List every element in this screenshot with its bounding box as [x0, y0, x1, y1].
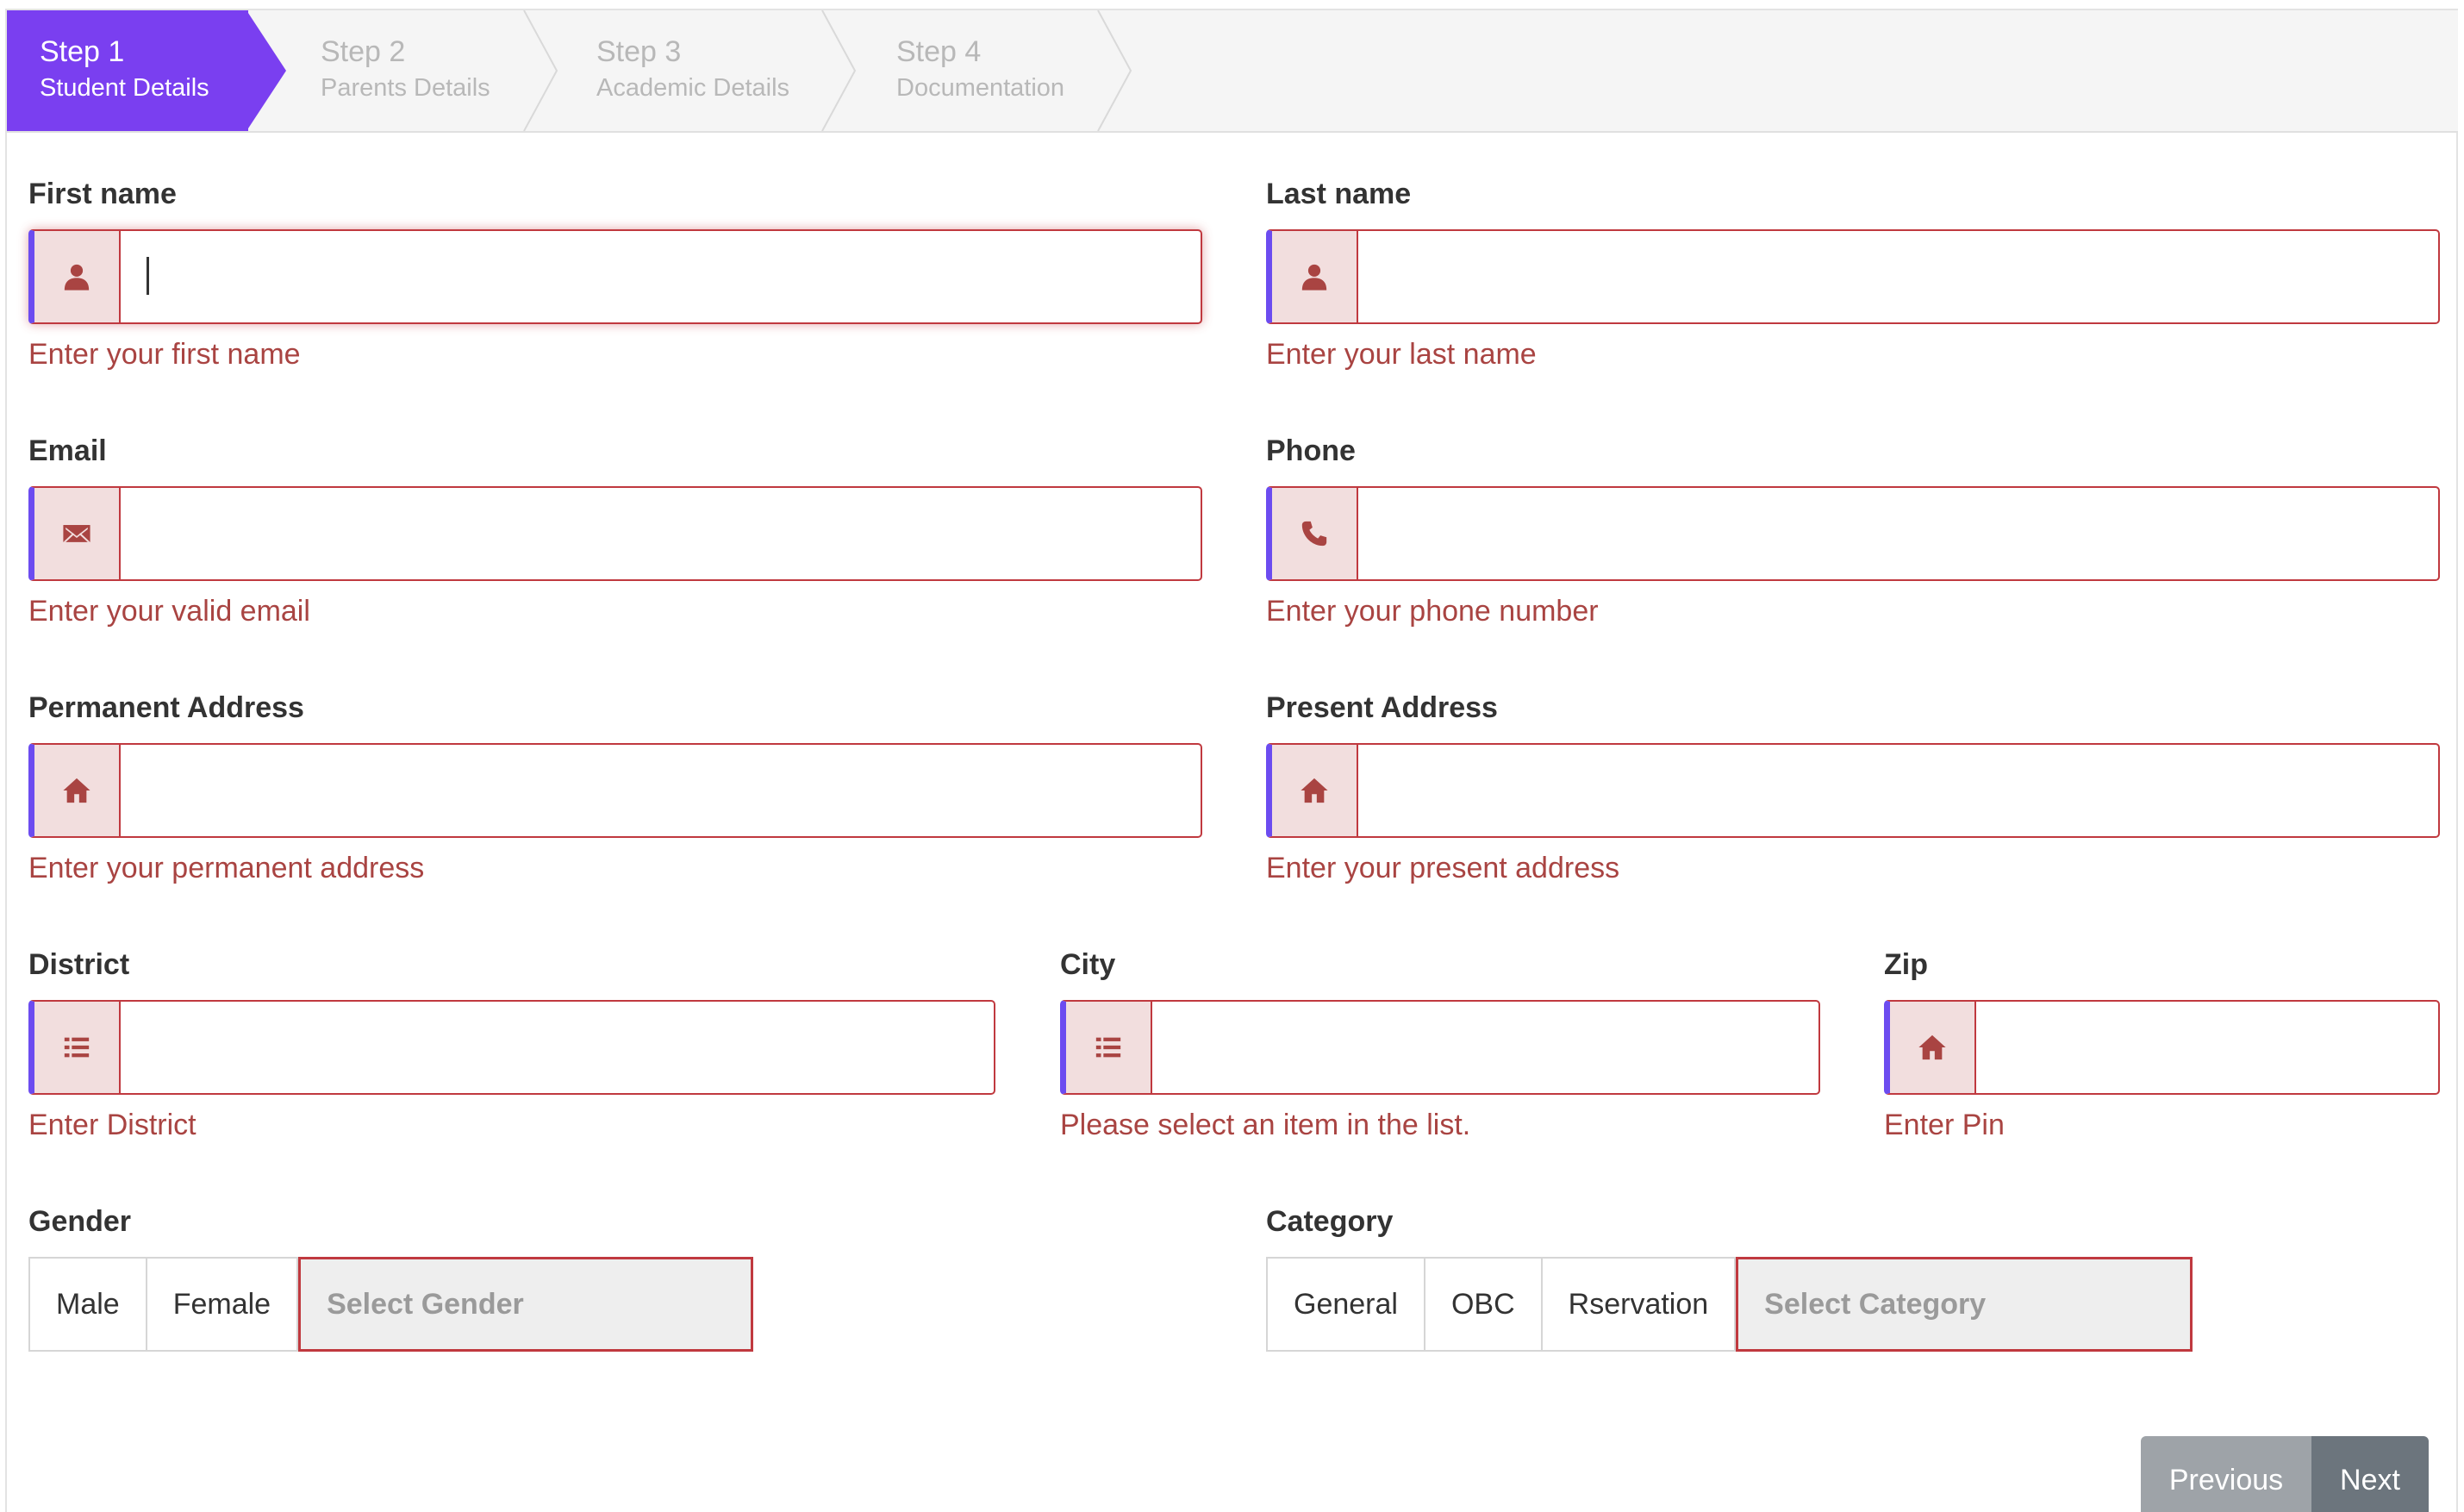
zip-group — [1884, 1000, 2440, 1095]
email-help: Enter your valid email — [28, 595, 310, 628]
category-obc-option[interactable]: OBC — [1423, 1257, 1543, 1352]
city-help: Please select an item in the list. — [1060, 1109, 1471, 1141]
step-1-tab[interactable]: Step 1 Student Details — [7, 10, 248, 131]
present-address-help: Enter your present address — [1266, 852, 1620, 884]
city-input[interactable] — [1152, 1002, 1818, 1093]
step-2-number: Step 2 — [321, 35, 406, 68]
gender-female-option[interactable]: Female — [145, 1257, 299, 1352]
step-4-number: Step 4 — [896, 35, 982, 68]
step-3-separator — [821, 10, 857, 131]
district-group — [28, 1000, 995, 1095]
first-name-label: First name — [28, 178, 177, 210]
category-select[interactable]: Select Category — [1736, 1257, 2193, 1352]
last-name-label: Last name — [1266, 178, 1412, 210]
step-1-title: Student Details — [40, 74, 209, 102]
city-label: City — [1060, 948, 1116, 981]
phone-label: Phone — [1266, 434, 1356, 467]
home-icon — [34, 745, 121, 836]
home-icon — [1272, 745, 1358, 836]
gender-select[interactable]: Select Gender — [298, 1257, 754, 1352]
step-4-separator — [1097, 10, 1132, 131]
step-2-separator — [523, 10, 558, 131]
step-2-tab[interactable]: Step 2 Parents Details — [283, 10, 524, 131]
last-name-input[interactable] — [1358, 231, 2438, 322]
wizard-stepbar: Step 1 Student Details Step 2 Parents De… — [7, 10, 2458, 133]
permanent-address-input[interactable] — [121, 745, 1201, 836]
home-icon — [1890, 1002, 1976, 1093]
step-3-title: Academic Details — [596, 74, 790, 102]
permanent-address-label: Permanent Address — [28, 691, 304, 724]
permanent-address-group — [28, 743, 1202, 838]
email-group — [28, 486, 1202, 581]
text-cursor — [147, 257, 149, 295]
list-icon — [34, 1002, 121, 1093]
phone-input[interactable] — [1358, 488, 2438, 579]
previous-button[interactable]: Previous — [2141, 1436, 2311, 1512]
first-name-input[interactable] — [121, 231, 1201, 322]
present-address-group — [1266, 743, 2440, 838]
phone-group — [1266, 486, 2440, 581]
step-4-tab[interactable]: Step 4 Documentation — [858, 10, 1100, 131]
category-reservation-option[interactable]: Rservation — [1540, 1257, 1737, 1352]
email-label: Email — [28, 434, 107, 467]
last-name-help: Enter your last name — [1266, 338, 1537, 371]
district-input[interactable] — [121, 1002, 994, 1093]
user-icon — [1272, 231, 1358, 322]
list-icon — [1066, 1002, 1152, 1093]
gender-button-group: Male Female Select Gender — [28, 1257, 754, 1352]
zip-input[interactable] — [1976, 1002, 2438, 1093]
district-label: District — [28, 948, 130, 981]
last-name-group — [1266, 229, 2440, 324]
first-name-help: Enter your first name — [28, 338, 301, 371]
gender-male-option[interactable]: Male — [28, 1257, 147, 1352]
step-3-tab[interactable]: Step 3 Academic Details — [558, 10, 826, 131]
zip-help: Enter Pin — [1884, 1109, 2005, 1141]
present-address-label: Present Address — [1266, 691, 1498, 724]
next-button[interactable]: Next — [2311, 1436, 2429, 1512]
step-2-title: Parents Details — [321, 74, 490, 102]
phone-icon — [1272, 488, 1358, 579]
gender-label: Gender — [28, 1205, 132, 1238]
email-input[interactable] — [121, 488, 1201, 579]
step-1-number: Step 1 — [40, 35, 125, 68]
step-4-title: Documentation — [896, 74, 1065, 102]
category-general-option[interactable]: General — [1266, 1257, 1425, 1352]
permanent-address-help: Enter your permanent address — [28, 852, 425, 884]
step-1-arrow — [246, 10, 286, 131]
step-3-number: Step 3 — [596, 35, 682, 68]
category-button-group: General OBC Rservation Select Category — [1266, 1257, 2193, 1352]
present-address-input[interactable] — [1358, 745, 2438, 836]
city-group — [1060, 1000, 1820, 1095]
category-label: Category — [1266, 1205, 1394, 1238]
user-icon — [34, 231, 121, 322]
district-help: Enter District — [28, 1109, 196, 1141]
envelope-icon — [34, 488, 121, 579]
zip-label: Zip — [1884, 948, 1928, 981]
first-name-group — [28, 229, 1202, 324]
phone-help: Enter your phone number — [1266, 595, 1599, 628]
